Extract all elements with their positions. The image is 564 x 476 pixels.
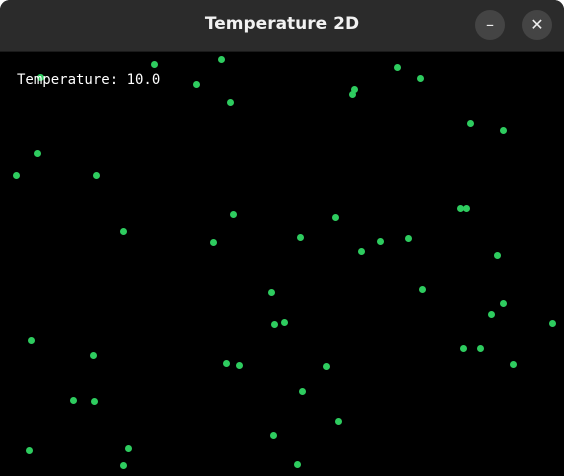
particle xyxy=(89,351,97,359)
particle xyxy=(33,149,41,157)
particle xyxy=(322,362,330,370)
particle xyxy=(393,63,401,71)
particle xyxy=(270,320,278,328)
particle xyxy=(150,60,158,68)
temperature-label: Temperature: 10.0 xyxy=(17,72,161,88)
app-window: Temperature 2D – ✕ Temperature: 10.0 xyxy=(0,0,564,476)
particle xyxy=(192,80,200,88)
particle xyxy=(462,204,470,212)
particle xyxy=(357,247,365,255)
particle xyxy=(269,431,277,439)
particle xyxy=(293,460,301,468)
particle xyxy=(418,285,426,293)
particle xyxy=(493,251,501,259)
particle xyxy=(267,288,275,296)
simulation-canvas: Temperature: 10.0 xyxy=(0,52,564,476)
particle xyxy=(217,55,225,63)
particle xyxy=(280,318,288,326)
particle xyxy=(459,344,467,352)
particle xyxy=(298,387,306,395)
particle xyxy=(90,397,98,405)
particle xyxy=(119,227,127,235)
particle xyxy=(92,171,100,179)
particle xyxy=(229,210,237,218)
particle xyxy=(226,98,234,106)
minimize-button[interactable]: – xyxy=(475,10,505,40)
particle xyxy=(334,417,342,425)
close-button[interactable]: ✕ xyxy=(522,10,552,40)
particle xyxy=(235,361,243,369)
particle xyxy=(499,126,507,134)
particle xyxy=(348,90,356,98)
minimize-icon: – xyxy=(486,15,494,34)
particle xyxy=(25,446,33,454)
particle xyxy=(69,396,77,404)
particle xyxy=(124,444,132,452)
particle xyxy=(487,310,495,318)
particle xyxy=(27,336,35,344)
particle xyxy=(119,461,127,469)
particle xyxy=(296,233,304,241)
particle xyxy=(548,319,556,327)
particle xyxy=(404,234,412,242)
particle xyxy=(466,119,474,127)
particle xyxy=(476,344,484,352)
particle xyxy=(376,237,384,245)
close-icon: ✕ xyxy=(530,15,544,34)
particle xyxy=(331,213,339,221)
particle xyxy=(509,360,517,368)
particle xyxy=(209,238,217,246)
title-bar[interactable]: Temperature 2D – ✕ xyxy=(0,0,564,52)
particle xyxy=(12,171,20,179)
particle xyxy=(499,299,507,307)
particle xyxy=(416,74,424,82)
particle xyxy=(222,359,230,367)
